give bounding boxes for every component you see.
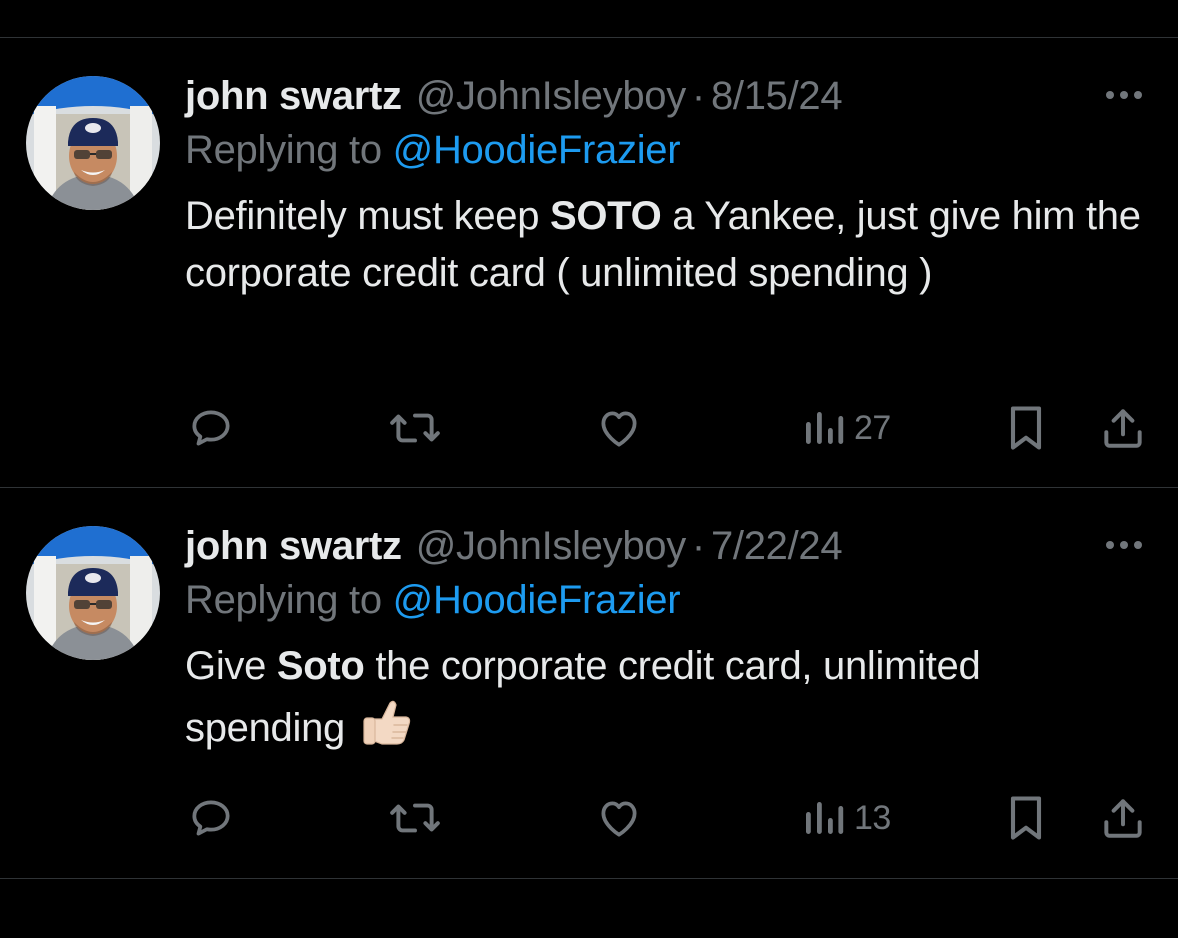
tweet-date[interactable]: 7/22/24 [711, 524, 843, 569]
bookmark-button[interactable] [1004, 398, 1048, 458]
bookmark-icon [1010, 406, 1042, 450]
share-icon [1104, 799, 1142, 838]
tweet-text: Definitely must keep SOTO a Yankee, just… [185, 188, 1145, 302]
tweet-text-part: Definitely must keep [185, 194, 550, 238]
views-count: 27 [854, 408, 891, 447]
share-button[interactable] [1098, 398, 1148, 458]
share-button[interactable] [1098, 788, 1148, 848]
views-icon [806, 412, 844, 444]
more-icon[interactable] [1102, 80, 1146, 110]
tweet-item[interactable]: john swartz @JohnIsleyboy · 7/22/24 Repl… [0, 488, 1178, 938]
tweet-date[interactable]: 8/15/24 [711, 74, 843, 119]
views-button[interactable]: 13 [800, 788, 891, 848]
thumbs-up-emoji [360, 695, 414, 765]
avatar[interactable] [26, 76, 160, 210]
views-count: 13 [854, 798, 891, 837]
tweet-text: Give Soto the corporate credit card, unl… [185, 638, 1145, 765]
action-bar: 27 [0, 398, 1178, 458]
tweet-header: john swartz @JohnIsleyboy · 8/15/24 [185, 68, 843, 124]
more-icon[interactable] [1102, 530, 1146, 560]
avatar-image [26, 526, 160, 660]
replying-to-label: Replying to [185, 578, 393, 622]
reply-button[interactable] [186, 788, 236, 848]
retweet-icon [390, 803, 440, 833]
action-bar: 13 [0, 788, 1178, 848]
tweet-text-bold: Soto [276, 644, 365, 688]
views-button[interactable]: 27 [800, 398, 891, 458]
tweet-item[interactable]: john swartz @JohnIsleyboy · 8/15/24 Repl… [0, 38, 1178, 488]
reply-icon [192, 800, 230, 836]
avatar-image [26, 76, 160, 210]
avatar[interactable] [26, 526, 160, 660]
replying-to-line: Replying to @HoodieFrazier [185, 128, 681, 173]
share-icon [1104, 409, 1142, 448]
bottom-divider [0, 878, 1178, 879]
retweet-button[interactable] [388, 788, 442, 848]
reply-mention-link[interactable]: @HoodieFrazier [393, 578, 681, 622]
separator-dot: · [691, 73, 705, 118]
retweet-button[interactable] [388, 398, 442, 458]
user-handle[interactable]: @JohnIsleyboy [416, 524, 686, 569]
reply-button[interactable] [186, 398, 236, 458]
like-button[interactable] [594, 788, 644, 848]
display-name[interactable]: john swartz [185, 524, 402, 569]
tweet-text-bold: SOTO [549, 194, 662, 238]
reply-mention-link[interactable]: @HoodieFrazier [393, 128, 681, 172]
display-name[interactable]: john swartz [185, 74, 402, 119]
tweet-text-part: Give [185, 644, 277, 688]
bookmark-icon [1010, 796, 1042, 840]
like-icon [601, 801, 637, 837]
like-icon [601, 411, 637, 447]
replying-to-label: Replying to [185, 128, 393, 172]
bookmark-button[interactable] [1004, 788, 1048, 848]
retweet-icon [390, 413, 440, 443]
like-button[interactable] [594, 398, 644, 458]
views-icon [806, 802, 844, 834]
separator-dot: · [691, 523, 705, 568]
replying-to-line: Replying to @HoodieFrazier [185, 578, 681, 623]
tweet-header: john swartz @JohnIsleyboy · 7/22/24 [185, 518, 843, 574]
user-handle[interactable]: @JohnIsleyboy [416, 74, 686, 119]
reply-icon [192, 410, 230, 446]
